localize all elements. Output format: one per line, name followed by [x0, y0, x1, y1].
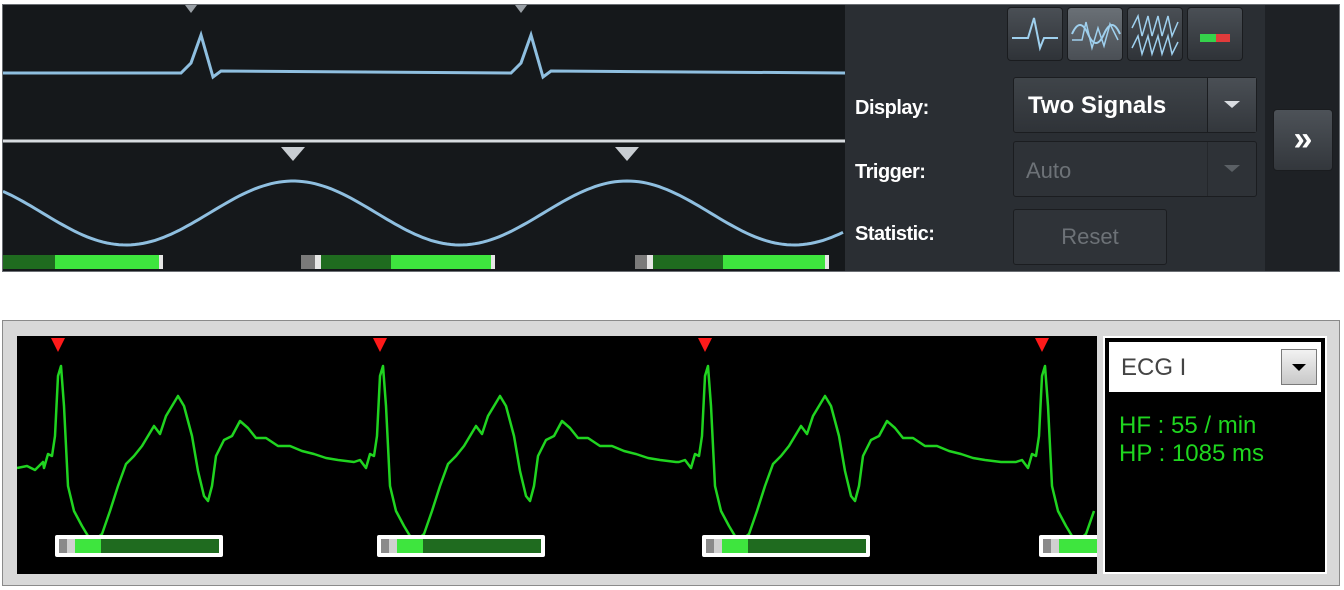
ecg-monitor-panel: ECG I HF : 55 / min HP : 1085 ms: [2, 320, 1340, 586]
status-bar-segment: [647, 255, 653, 269]
status-indicator-icon: [1200, 34, 1230, 42]
ecg-plot: [17, 336, 1097, 574]
heart-rate-readout: HF : 55 / min: [1119, 412, 1257, 439]
status-bar-segment: [391, 255, 491, 269]
display-dropdown-button[interactable]: [1207, 78, 1256, 132]
status-bar-segment: [723, 255, 825, 269]
trigger-dropdown-button[interactable]: [1207, 142, 1256, 196]
trigger-marker: [281, 147, 305, 161]
display-label: Display:: [855, 97, 929, 119]
beat-quality-bar: [1039, 535, 1097, 557]
lower-signal-trace: [3, 179, 844, 247]
status-bar-segment: [159, 255, 163, 269]
single-signal-icon: [1012, 17, 1058, 52]
reset-button[interactable]: Reset: [1013, 209, 1167, 265]
trigger-marker: [615, 147, 639, 161]
beat-quality-bar: [55, 535, 223, 557]
lead-dropdown-button[interactable]: [1281, 349, 1317, 385]
trigger-select-value: Auto: [1026, 158, 1072, 183]
trigger-marker: [515, 5, 527, 13]
lead-select-value: ECG I: [1121, 354, 1187, 381]
beat-quality-bar: [702, 535, 870, 557]
panel-side-strip: »: [1265, 5, 1339, 271]
status-bar-segment: [653, 255, 723, 269]
upper-signal-trace: [3, 30, 845, 80]
status-bar-segment: [491, 255, 495, 269]
r-peak-marker: [373, 338, 387, 352]
status-bar-segment: [315, 255, 321, 269]
lead-select[interactable]: ECG I: [1109, 342, 1321, 392]
heart-period-readout: HP : 1085 ms: [1119, 440, 1264, 467]
display-select[interactable]: Two Signals: [1013, 77, 1257, 133]
trigger-select[interactable]: Auto: [1013, 141, 1257, 197]
status-bar-segment: [635, 255, 647, 269]
status-bar-segment: [825, 255, 829, 269]
reset-button-label: Reset: [1061, 224, 1119, 249]
trigger-label: Trigger:: [855, 161, 926, 183]
ecg-trace: [17, 364, 1096, 543]
chevron-down-icon: [1292, 364, 1306, 371]
chevron-down-icon: [1224, 101, 1240, 108]
beat-quality-bar: [377, 535, 545, 557]
expand-panel-button[interactable]: »: [1273, 109, 1333, 171]
single-signal-mode-button[interactable]: [1007, 7, 1063, 61]
r-peak-marker: [1035, 338, 1049, 352]
status-bar-segment: [55, 255, 159, 269]
status-indicator-button[interactable]: [1187, 7, 1243, 61]
r-peak-marker: [51, 338, 65, 352]
status-bar-segment: [301, 255, 315, 269]
signal-monitor-panel: Display: Two Signals Trigger: Auto Stati…: [2, 4, 1340, 272]
overlay-signals-mode-button[interactable]: [1067, 7, 1123, 61]
dual-signal-plot: [3, 5, 845, 271]
chevron-down-icon: [1224, 165, 1240, 172]
status-bar-segment: [3, 255, 55, 269]
overlay-signals-icon: [1071, 21, 1121, 51]
multi-signal-mode-button[interactable]: [1127, 7, 1183, 61]
statistic-label: Statistic:: [855, 223, 935, 245]
control-panel: Display: Two Signals Trigger: Auto Stati…: [845, 5, 1265, 271]
status-bar-segment: [321, 255, 391, 269]
ecg-info-panel: ECG I HF : 55 / min HP : 1085 ms: [1103, 336, 1327, 574]
multi-signal-icon: [1131, 13, 1179, 57]
r-peak-marker: [698, 338, 712, 352]
trigger-marker: [185, 5, 197, 13]
display-select-value: Two Signals: [1028, 92, 1167, 119]
